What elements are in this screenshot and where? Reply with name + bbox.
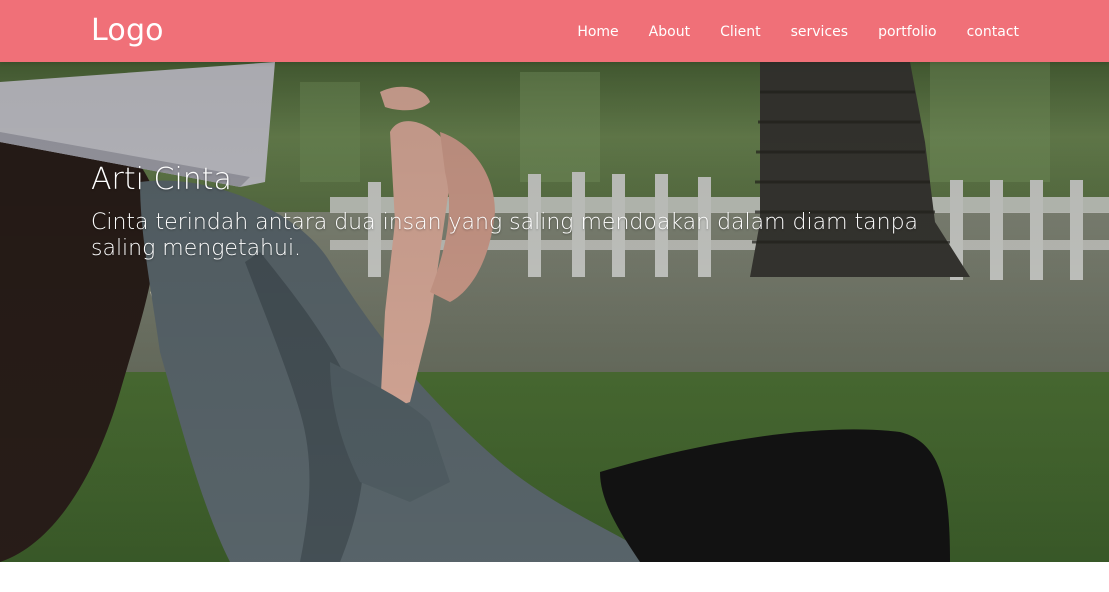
hero-section: Arti Cinta Cinta terindah antara dua ins…: [0, 62, 1109, 562]
nav-item-portfolio: portfolio: [878, 21, 937, 40]
hero-text: Arti Cinta Cinta terindah antara dua ins…: [91, 162, 951, 262]
nav-link-services[interactable]: services: [791, 24, 848, 40]
nav-link-contact[interactable]: contact: [967, 24, 1019, 40]
nav-item-about: About: [649, 21, 690, 40]
nav-item-client: Client: [720, 21, 761, 40]
nav-link-client[interactable]: Client: [720, 24, 761, 40]
hero-title: Arti Cinta: [91, 162, 232, 197]
navbar: Logo Home About Client services portfoli…: [0, 0, 1109, 62]
nav-link-portfolio[interactable]: portfolio: [878, 24, 937, 40]
hero-subtitle: Cinta terindah antara dua insan yang sal…: [91, 210, 919, 261]
logo-link[interactable]: Logo: [91, 13, 164, 48]
nav-link-home[interactable]: Home: [577, 24, 618, 40]
nav-item-services: services: [791, 21, 848, 40]
nav-item-home: Home: [577, 21, 618, 40]
nav-link-about[interactable]: About: [649, 24, 690, 40]
nav-menu: Home About Client services portfolio con…: [547, 21, 1019, 40]
hero-background-image: [0, 62, 1109, 562]
nav-item-contact: contact: [967, 21, 1019, 40]
